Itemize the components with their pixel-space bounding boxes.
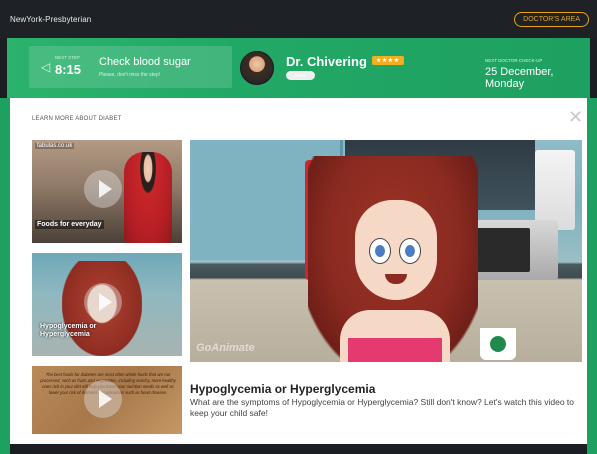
next-step-subtext: Please, don't miss the step! [99,72,160,78]
right-eye [399,238,421,264]
next-checkup-label: NEXT DOCTOR CHECK-UP [485,58,543,63]
top-bar: NewYork-Presbyterian DOCTOR'S AREA [0,0,597,38]
status-bar: ◁ NEXT STEP 8:15 Check blood sugar Pleas… [7,38,590,98]
modal-title: LEARN MORE ABOUT DIABET [32,116,122,122]
mouth [385,274,407,284]
doctors-area-button[interactable]: DOCTOR'S AREA [514,11,589,27]
doctor-avatar[interactable] [240,51,274,85]
thumbnail-caption: Hypoglycemia or Hyperglycemia [40,323,97,338]
video-thumbnail-best-foods[interactable]: The best foods for diabetes are most oft… [32,366,182,434]
cups-image [535,150,575,230]
coffee-mug-image [480,328,516,360]
next-step-card[interactable]: ◁ NEXT STEP 8:15 Check blood sugar Pleas… [29,46,232,88]
learn-more-modal: LEARN MORE ABOUT DIABET ✕ fabulas.co.uk … [10,98,587,444]
doctor-rating-badge: ★★★★ [372,56,404,65]
presenter-image [124,152,172,243]
right-background-strip [587,98,597,454]
cartoon-girl-face [355,200,437,300]
brand-logo: NewYork-Presbyterian [10,14,92,24]
doctor-info-button[interactable]: INFO [286,71,315,80]
doctor-name[interactable]: Dr. Chivering [286,54,367,69]
play-icon[interactable] [84,283,122,321]
next-step-time: 8:15 [55,62,82,77]
next-step-label: NEXT STEP [55,55,80,60]
thumbnail-site-label: fabulas.co.uk [35,143,75,149]
video-description: What are the symptoms of Hypoglycemia or… [190,397,575,418]
play-icon[interactable] [84,380,122,418]
notification-icon: ◁ [41,60,51,74]
main-video-player[interactable]: GoAnimate [190,140,582,362]
video-watermark: GoAnimate [196,342,255,354]
video-thumbnail-hypoglycemia[interactable]: Hypoglycemia or Hyperglycemia [32,253,182,356]
close-icon[interactable]: ✕ [568,108,583,126]
left-background-strip [0,98,10,454]
video-title: Hypoglycemia or Hyperglycemia [190,382,376,396]
next-checkup-date: 25 December, Monday [485,66,554,90]
next-step-task: Check blood sugar [99,56,191,68]
play-icon[interactable] [84,170,122,208]
video-thumbnail-foods[interactable]: fabulas.co.uk Foods for everyday [32,140,182,243]
left-eye [369,238,391,264]
cartoon-girl-top [348,338,442,362]
thumbnail-caption: Foods for everyday [35,220,104,229]
